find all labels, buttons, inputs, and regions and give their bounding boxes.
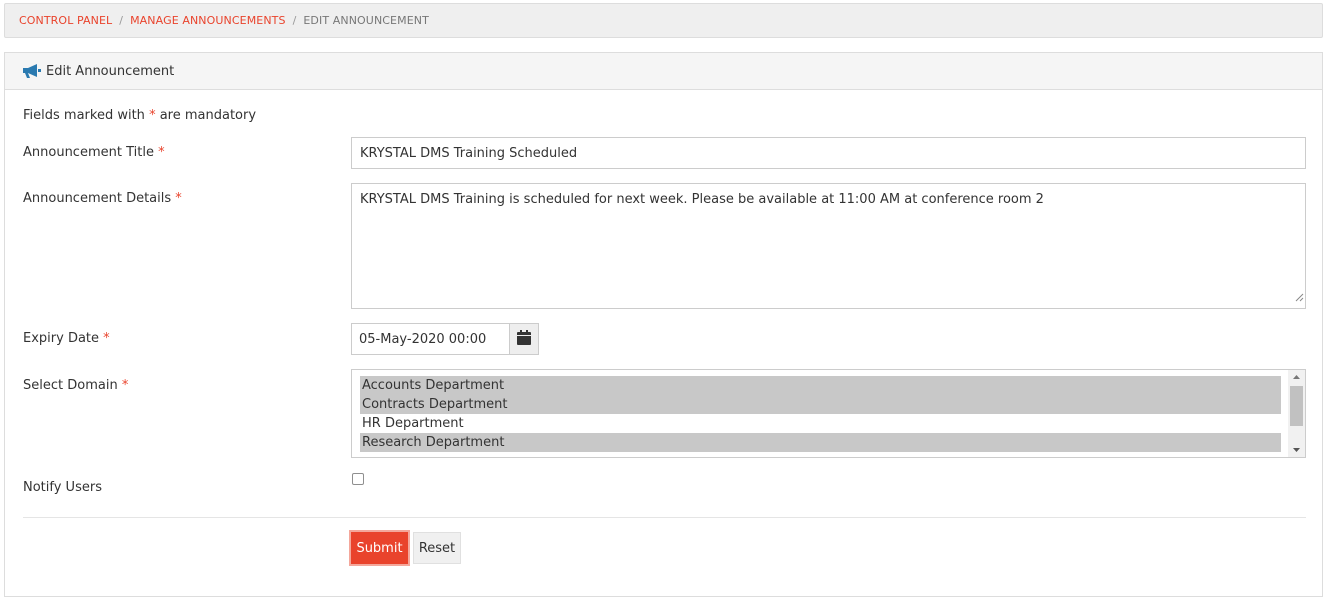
resize-grip-icon[interactable] [1295,290,1304,307]
expiry-date-input[interactable]: 05-May-2020 00:00 [351,323,509,355]
notify-users-label: Notify Users [23,480,102,495]
required-star: * [103,331,110,346]
mandatory-note: Fields marked with * are mandatory [23,108,256,123]
scroll-down-arrow-icon[interactable] [1288,443,1305,457]
mandatory-note-suffix: are mandatory [159,108,257,123]
scroll-up-arrow-icon[interactable] [1288,370,1305,384]
announcement-title-label-text: Announcement Title [23,145,154,160]
announcement-details-label-text: Announcement Details [23,191,172,206]
domain-option-research[interactable]: Research Department [360,433,1281,452]
calendar-button[interactable] [509,323,539,355]
announcement-title-input[interactable]: KRYSTAL DMS Training Scheduled [351,137,1306,169]
mandatory-note-prefix: Fields marked with [23,108,145,123]
domain-option-accounts[interactable]: Accounts Department [360,376,1281,395]
form-divider [23,517,1306,518]
announcement-details-textarea[interactable]: KRYSTAL DMS Training is scheduled for ne… [351,183,1306,309]
breadcrumb: CONTROL PANEL / MANAGE ANNOUNCEMENTS / E… [4,3,1323,38]
listbox-scrollbar[interactable] [1288,370,1305,457]
domain-options: Accounts Department Contracts Department… [360,376,1281,452]
submit-button[interactable]: Submit [349,530,410,566]
bullhorn-icon [22,63,42,79]
breadcrumb-manage-announcements[interactable]: MANAGE ANNOUNCEMENTS [130,14,285,27]
required-star: * [158,145,165,160]
panel-title: Edit Announcement [46,63,175,79]
notify-users-checkbox[interactable] [352,473,364,485]
announcement-title-label: Announcement Title * [23,145,165,160]
breadcrumb-separator: / [292,14,297,27]
announcement-title-value: KRYSTAL DMS Training Scheduled [360,145,578,161]
breadcrumb-current: EDIT ANNOUNCEMENT [303,14,429,27]
required-star: * [121,378,129,393]
edit-announcement-panel: Edit Announcement Fields marked with * a… [4,52,1323,597]
reset-button[interactable]: Reset [413,532,461,564]
panel-heading: Edit Announcement [5,53,1322,90]
domain-option-hr[interactable]: HR Department [360,414,1281,433]
breadcrumb-separator: / [119,14,124,27]
breadcrumb-control-panel[interactable]: CONTROL PANEL [19,14,112,27]
required-star: * [175,191,182,206]
expiry-date-label: Expiry Date * [23,331,110,346]
domain-option-contracts[interactable]: Contracts Department [360,395,1281,414]
select-domain-label-text: Select Domain [23,378,118,393]
expiry-date-label-text: Expiry Date [23,331,100,346]
select-domain-listbox[interactable]: Accounts Department Contracts Department… [351,369,1306,458]
announcement-details-label: Announcement Details * [23,191,182,206]
announcement-details-value: KRYSTAL DMS Training is scheduled for ne… [360,192,1044,207]
expiry-date-group: 05-May-2020 00:00 [351,323,539,355]
required-star: * [149,108,156,123]
select-domain-label: Select Domain * [23,378,128,393]
calendar-icon [517,329,531,349]
expiry-date-value: 05-May-2020 00:00 [359,331,487,347]
scrollbar-thumb[interactable] [1290,386,1303,426]
